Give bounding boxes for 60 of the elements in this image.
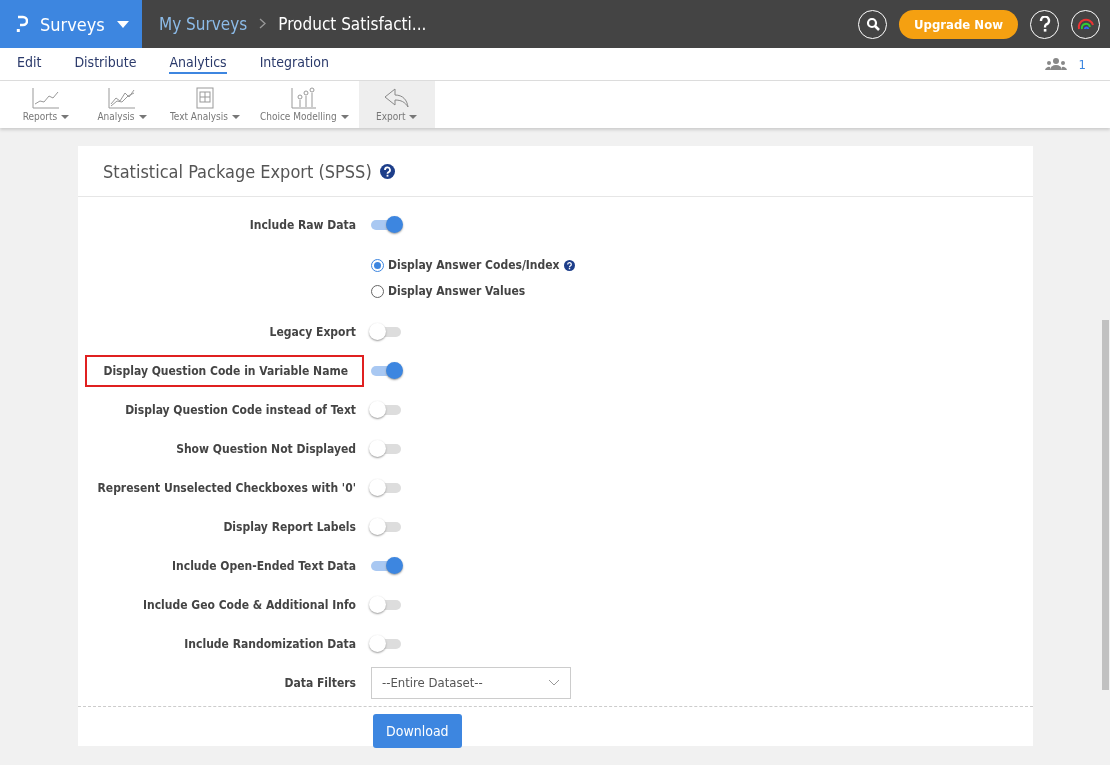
field-label: Display Question Code in Variable Name: [85, 354, 364, 387]
toggle-switch[interactable]: [371, 560, 401, 571]
help-icon[interactable]: [379, 163, 395, 179]
toolbar-button[interactable]: Text Analysis: [160, 81, 250, 128]
caret-icon: [116, 20, 129, 28]
reply-arrow-icon: [382, 87, 411, 109]
toggle-switch[interactable]: [371, 599, 401, 610]
field-label: Show Question Not Displayed: [176, 441, 356, 456]
toolbar-button[interactable]: Export: [358, 81, 435, 128]
scrollbar[interactable]: [1102, 320, 1109, 690]
toolbar-button[interactable]: Choice Modelling: [249, 81, 359, 128]
field-label: Display Question Code instead of Text: [125, 402, 356, 417]
help-icon[interactable]: [563, 259, 575, 271]
nav-tab[interactable]: Edit: [17, 54, 42, 74]
radio-label: Display Answer Values: [388, 284, 526, 298]
caret-icon: [231, 114, 240, 119]
brand-menu[interactable]: Surveys: [0, 0, 142, 48]
nav-tab[interactable]: Analytics: [169, 54, 227, 74]
chart-icon: [108, 87, 136, 109]
chart-icon: [32, 87, 60, 109]
toggle-switch[interactable]: [371, 521, 401, 532]
toggle-switch[interactable]: [371, 326, 401, 337]
caret-icon: [340, 114, 349, 119]
field-label: Include Geo Code & Additional Info: [143, 597, 356, 612]
toolbar-button[interactable]: Reports: [8, 81, 84, 128]
dropdown[interactable]: --Entire Dataset--: [371, 666, 571, 699]
chevron-icon: [259, 18, 267, 29]
toggle-switch[interactable]: [371, 219, 401, 230]
toggle-switch[interactable]: [371, 482, 401, 493]
field-label: Include Randomization Data: [184, 636, 356, 651]
field-label: Include Open-Ended Text Data: [172, 558, 356, 573]
nav-tab[interactable]: Integration: [259, 54, 330, 74]
field-label: Legacy Export: [269, 324, 356, 339]
field-label: Display Report Labels: [223, 519, 356, 534]
people-icon: [1044, 58, 1067, 70]
download-button[interactable]: Download: [373, 714, 462, 748]
caret-icon: [409, 114, 418, 119]
toggle-switch[interactable]: [371, 443, 401, 454]
field-label: Represent Unselected Checkboxes with '0': [97, 480, 356, 495]
search-icon: [865, 17, 880, 31]
collaborator-count: 1: [1078, 56, 1086, 72]
field-label: Include Raw Data: [249, 217, 356, 232]
chevron-icon: [548, 679, 560, 686]
rainbow-icon: [1076, 17, 1095, 31]
brand-name: Surveys: [40, 13, 105, 35]
field-label: Data Filters: [284, 675, 356, 690]
toggle-switch[interactable]: [371, 365, 401, 376]
breadcrumb-link[interactable]: My Surveys: [159, 14, 248, 34]
radio-label: Display Answer Codes/Index: [388, 258, 560, 272]
caret-icon: [61, 114, 70, 119]
caret-icon: [138, 114, 147, 119]
nav-tab[interactable]: Distribute: [74, 54, 137, 74]
breadcrumb-current: Product Satisfacti...: [278, 14, 427, 34]
panel-title: Statistical Package Export (SPSS): [103, 160, 372, 182]
help-icon: [1038, 16, 1051, 32]
logo-icon: [16, 15, 28, 33]
toggle-switch[interactable]: [371, 404, 401, 415]
chart-icon: [290, 87, 319, 109]
toggle-switch[interactable]: [371, 638, 401, 649]
toolbar-button[interactable]: Analysis: [84, 81, 160, 128]
